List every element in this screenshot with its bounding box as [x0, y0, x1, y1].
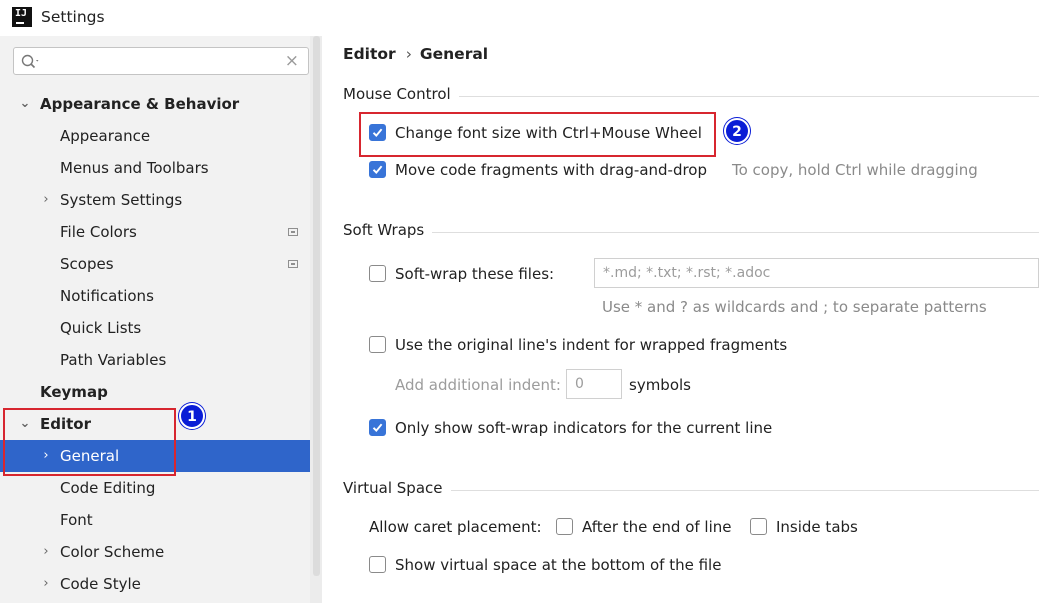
scrollbar-thumb[interactable] — [313, 36, 320, 576]
sidebar-scrollbar[interactable] — [310, 36, 322, 603]
only-current-line-checkbox[interactable] — [369, 419, 386, 436]
original-indent-label: Use the original line's indent for wrapp… — [395, 336, 788, 354]
check-icon — [372, 423, 383, 433]
sidebar-item-path-variables[interactable]: Path Variables — [0, 344, 322, 376]
sidebar-item-label: Code Editing — [60, 479, 156, 497]
move-code-checkbox[interactable] — [369, 161, 386, 178]
sidebar-item-appearance[interactable]: Appearance — [0, 120, 322, 152]
original-indent-checkbox[interactable] — [369, 336, 386, 353]
soft-wrap-files-field[interactable]: *.md; *.txt; *.rst; *.adoc — [594, 258, 1039, 288]
additional-indent-label: Add additional indent: — [395, 376, 561, 394]
settings-sidebar: × ⌄ Appearance & Behavior Appearance Men… — [0, 36, 322, 603]
search-icon — [21, 54, 39, 69]
annotation-highlight-general — [3, 408, 176, 476]
sidebar-item-quick-lists[interactable]: Quick Lists — [0, 312, 322, 344]
chevron-right-icon[interactable]: › — [39, 184, 53, 216]
soft-wrap-files-label: Soft-wrap these files: — [395, 265, 555, 283]
sidebar-item-appearance-behavior[interactable]: ⌄ Appearance & Behavior — [0, 88, 322, 120]
move-code-hint: To copy, hold Ctrl while dragging — [732, 161, 978, 179]
project-level-icon — [288, 260, 298, 268]
window-title: Settings — [41, 8, 105, 26]
pattern-hint: Use * and ? as wildcards and ; to separa… — [602, 298, 987, 316]
section-title: Mouse Control — [343, 85, 459, 103]
sidebar-item-label: Keymap — [40, 383, 108, 401]
sidebar-item-label: Appearance & Behavior — [40, 95, 240, 113]
sidebar-item-label: Code Style — [60, 575, 141, 593]
section-mouse-control: Mouse Control — [343, 85, 1039, 107]
sidebar-item-label: Scopes — [60, 255, 114, 273]
intellij-logo-icon: IJ — [12, 7, 32, 27]
annotation-badge-1: 1 — [179, 403, 205, 429]
project-level-icon — [288, 228, 298, 236]
sidebar-item-font[interactable]: Font — [0, 504, 322, 536]
breadcrumb: Editor › General — [343, 45, 488, 63]
section-soft-wraps: Soft Wraps — [343, 221, 1039, 243]
breadcrumb-parent[interactable]: Editor — [343, 45, 396, 63]
soft-wrap-files-checkbox[interactable] — [369, 265, 386, 282]
move-code-label: Move code fragments with drag-and-drop — [395, 161, 708, 179]
sidebar-item-label: Color Scheme — [60, 543, 165, 561]
chevron-right-icon[interactable]: › — [39, 568, 53, 600]
sidebar-item-label: System Settings — [60, 191, 183, 209]
sidebar-item-label: Menus and Toolbars — [60, 159, 209, 177]
additional-indent-field[interactable]: 0 — [566, 369, 622, 399]
check-icon — [372, 165, 383, 175]
title-bar: IJ Settings — [0, 0, 1039, 36]
sidebar-item-menus-toolbars[interactable]: Menus and Toolbars — [0, 152, 322, 184]
chevron-right-icon[interactable]: › — [39, 536, 53, 568]
sidebar-item-label: Path Variables — [60, 351, 167, 369]
sidebar-item-scopes[interactable]: Scopes — [0, 248, 322, 280]
sidebar-item-label: Appearance — [60, 127, 151, 145]
section-title: Soft Wraps — [343, 221, 433, 239]
breadcrumb-current: General — [419, 45, 489, 63]
sidebar-item-label: Quick Lists — [60, 319, 142, 337]
additional-indent-suffix: symbols — [629, 376, 691, 394]
only-current-line-label: Only show soft-wrap indicators for the c… — [395, 419, 773, 437]
after-end-label: After the end of line — [582, 518, 732, 536]
show-bottom-checkbox[interactable] — [369, 556, 386, 573]
sidebar-item-color-scheme[interactable]: › Color Scheme — [0, 536, 322, 568]
inside-tabs-checkbox[interactable] — [750, 518, 767, 535]
sidebar-item-code-style[interactable]: › Code Style — [0, 568, 322, 600]
inside-tabs-label: Inside tabs — [776, 518, 858, 536]
sidebar-item-keymap[interactable]: Keymap — [0, 376, 322, 408]
breadcrumb-separator: › — [405, 45, 412, 63]
search-field[interactable]: × — [13, 47, 309, 75]
caret-placement-label: Allow caret placement: — [369, 518, 542, 536]
sidebar-item-system-settings[interactable]: › System Settings — [0, 184, 322, 216]
section-virtual-space: Virtual Space — [343, 479, 1039, 501]
annotation-highlight-font-size — [359, 112, 716, 157]
sidebar-item-code-editing[interactable]: Code Editing — [0, 472, 322, 504]
sidebar-item-label: Font — [60, 511, 93, 529]
sidebar-item-label: Notifications — [60, 287, 154, 305]
clear-search-icon[interactable]: × — [285, 51, 299, 71]
sidebar-item-notifications[interactable]: Notifications — [0, 280, 322, 312]
annotation-badge-2: 2 — [724, 118, 750, 144]
search-input[interactable] — [46, 51, 290, 73]
sidebar-item-label: File Colors — [60, 223, 137, 241]
sidebar-item-file-colors[interactable]: File Colors — [0, 216, 322, 248]
show-bottom-label: Show virtual space at the bottom of the … — [395, 556, 722, 574]
section-divider — [343, 232, 1039, 233]
chevron-down-icon[interactable]: ⌄ — [18, 88, 32, 120]
section-title: Virtual Space — [343, 479, 451, 497]
after-end-checkbox[interactable] — [556, 518, 573, 535]
